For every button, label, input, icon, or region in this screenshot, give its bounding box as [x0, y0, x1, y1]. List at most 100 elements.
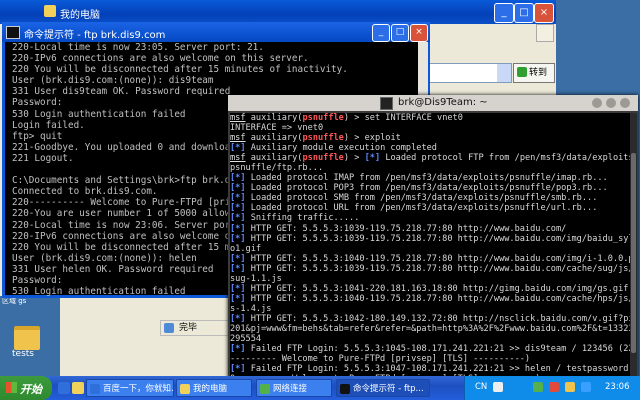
terminal-line: s-1.4.js — [230, 304, 630, 314]
minimize-button[interactable] — [592, 98, 602, 108]
info-marker: [*] — [230, 223, 246, 234]
terminal-line: [*] Loaded protocol POP3 from /pen/msf3/… — [230, 183, 630, 193]
taskbar-button[interactable]: 命令提示符 - ftp... — [336, 379, 430, 397]
page-icon — [164, 323, 174, 333]
terminal-scrollbar[interactable] — [630, 113, 637, 377]
close-button[interactable]: × — [410, 24, 428, 42]
terminal-text: Loaded protocol FTP from /pen/msf3/data/… — [385, 153, 630, 164]
my-computer-titlebar[interactable]: 我的电脑 _ □ × — [0, 0, 556, 24]
chevron-down-icon[interactable] — [497, 64, 511, 82]
terminal-text: psnuffle/ftp.rb... — [230, 163, 324, 174]
terminal-text: Failed FTP Login: 5.5.5.3:1047-108.171.2… — [250, 364, 630, 375]
module-prefix: auxiliary( — [250, 113, 303, 123]
terminal-title: brk@Dis9Team: ~ — [398, 97, 488, 108]
close-button[interactable] — [620, 98, 630, 108]
antivirus-icon[interactable] — [549, 382, 559, 392]
taskbar-button-label: 我的电脑 — [193, 384, 228, 394]
info-marker: [*] — [230, 364, 246, 375]
taskbar-button[interactable]: 我的电脑 — [176, 379, 252, 397]
info-marker: [*] — [230, 203, 246, 214]
folder-quicklaunch-icon[interactable] — [72, 382, 84, 394]
go-button[interactable]: 转到 — [513, 63, 555, 83]
module-prefix: auxiliary( — [250, 153, 303, 164]
computer-icon — [44, 5, 56, 17]
terminal-line: --------- Welcome to Pure-FTPd [privsep]… — [230, 354, 630, 364]
app-icon — [340, 384, 350, 394]
folder-icon[interactable] — [14, 326, 40, 350]
info-marker: [*] — [230, 344, 246, 355]
terminal-icon — [380, 97, 393, 110]
terminal-text: HTTP GET: 5.5.5.3:1040-119.75.218.77:80 … — [250, 293, 630, 304]
info-marker: [*] — [230, 143, 246, 154]
info-marker: [*] — [230, 283, 246, 294]
terminal-line: o1.gif — [230, 244, 630, 254]
module-suffix: ) > — [343, 153, 360, 164]
minimize-button[interactable]: _ — [494, 3, 514, 23]
terminal-text: o1.gif — [230, 243, 262, 254]
terminal-text: INTERFACE => vnet0 — [230, 123, 324, 134]
cmd-line: User (brk.dis9.com:(none)): dis9team — [12, 75, 214, 87]
terminal-line: [*] Sniffing traffic..... — [230, 213, 630, 223]
maximize-button[interactable]: □ — [514, 3, 534, 23]
terminal-text: HTTP GET: 5.5.5.3:1039-119.75.218.77:80 … — [250, 263, 630, 274]
info-marker: [*] — [230, 183, 246, 194]
terminal-line: msf auxiliary(psnuffle) > [*] Loaded pro… — [230, 153, 630, 163]
terminal-line: psnuffle/ftp.rb... — [230, 163, 630, 173]
terminal-text: Auxiliary module execution completed — [250, 143, 437, 154]
terminal-text: HTTP GET: 5.5.5.3:1040-119.75.218.77:80 … — [250, 253, 630, 264]
start-button[interactable]: 开始 — [0, 376, 52, 400]
maximize-button[interactable]: □ — [391, 24, 409, 42]
ie-icon[interactable] — [58, 382, 70, 394]
info-marker: [*] — [230, 313, 246, 324]
terminal-line: [*] Failed FTP Login: 5.5.5.3:1045-108.1… — [230, 344, 630, 354]
terminal-text: Failed FTP Login: 5.5.5.3:1045-108.171.2… — [250, 344, 630, 355]
module-suffix: ) > — [343, 133, 360, 144]
speaker-icon[interactable] — [565, 382, 575, 392]
terminal-text: Loaded protocol IMAP from /pen/msf3/data… — [250, 173, 608, 184]
window-title: 我的电脑 — [60, 10, 100, 21]
terminal-titlebar[interactable]: brk@Dis9Team: ~ — [228, 95, 638, 111]
windows-logo-icon — [6, 382, 17, 393]
address-bar[interactable] — [424, 63, 512, 83]
terminal-text: Loaded protocol SMB from /pen/msf3/data/… — [250, 193, 598, 204]
terminal-output[interactable]: msf auxiliary(psnuffle) > set INTERFACE … — [230, 113, 630, 377]
module-prefix: auxiliary( — [250, 133, 303, 144]
terminal-command: exploit — [364, 133, 401, 144]
terminal-line: [*] HTTP GET: 5.5.5.3:1041-220.181.163.1… — [230, 284, 630, 294]
terminal-text: Loaded protocol POP3 from /pen/msf3/data… — [250, 183, 608, 194]
cmd-title: 命令提示符 - ftp brk.dis9.com — [24, 30, 166, 41]
app-icon — [180, 384, 190, 394]
terminal-line: [*] HTTP GET: 5.5.5.3:1040-119.75.218.77… — [230, 294, 630, 304]
terminal-line: msf auxiliary(psnuffle) > exploit — [230, 133, 630, 143]
cmd-line: 220-IPv6 connections are also welcome on… — [12, 53, 309, 65]
shield-icon[interactable] — [581, 382, 591, 392]
views-icon[interactable] — [536, 24, 554, 42]
terminal-text: HTTP GET: 5.5.5.3:1039-119.75.218.77:80 … — [250, 223, 567, 234]
maximize-button[interactable] — [606, 98, 616, 108]
info-marker: [*] — [230, 293, 246, 304]
app-icon — [260, 384, 270, 394]
terminal-text: --------- Welcome to Pure-FTPd [privsep]… — [230, 354, 531, 365]
help-icon[interactable] — [493, 382, 503, 392]
terminal-line: [*] HTTP GET: 5.5.5.3:1039-119.75.218.77… — [230, 264, 630, 274]
language-indicator[interactable]: CN — [475, 382, 487, 392]
close-button[interactable]: × — [534, 3, 554, 23]
network-icon[interactable] — [533, 382, 543, 392]
info-marker: [*] — [230, 233, 246, 244]
arrow-right-icon — [517, 67, 527, 77]
terminal-line: [*] HTTP GET: 5.5.5.3:1039-119.75.218.77… — [230, 234, 630, 244]
scrollbar-thumb[interactable] — [631, 153, 636, 353]
terminal-text: s-1.4.js — [230, 303, 272, 314]
terminal-text: HTTP GET: 5.5.5.3:1039-119.75.218.77:80 … — [250, 233, 630, 244]
info-marker: [*] — [230, 213, 246, 224]
minimize-button[interactable]: _ — [372, 24, 390, 42]
system-tray: CN 23:06 — [464, 376, 640, 400]
taskbar-button-label: 网络连接 — [273, 384, 308, 394]
taskbar-button[interactable]: 百度一下，你就知... — [86, 379, 174, 397]
taskbar-button-label: 百度一下，你就知... — [103, 384, 174, 394]
terminal-line: [*] HTTP GET: 5.5.5.3:1040-119.75.218.77… — [230, 254, 630, 264]
desktop-icon-label: tests — [12, 349, 34, 359]
terminal-text: 201&pj=www&fm=behs&tab=refer&refer=&path… — [230, 323, 630, 334]
cmd-titlebar[interactable]: 命令提示符 - ftp brk.dis9.com _ □ × — [2, 22, 430, 42]
taskbar-button[interactable]: 网络连接 — [256, 379, 332, 397]
